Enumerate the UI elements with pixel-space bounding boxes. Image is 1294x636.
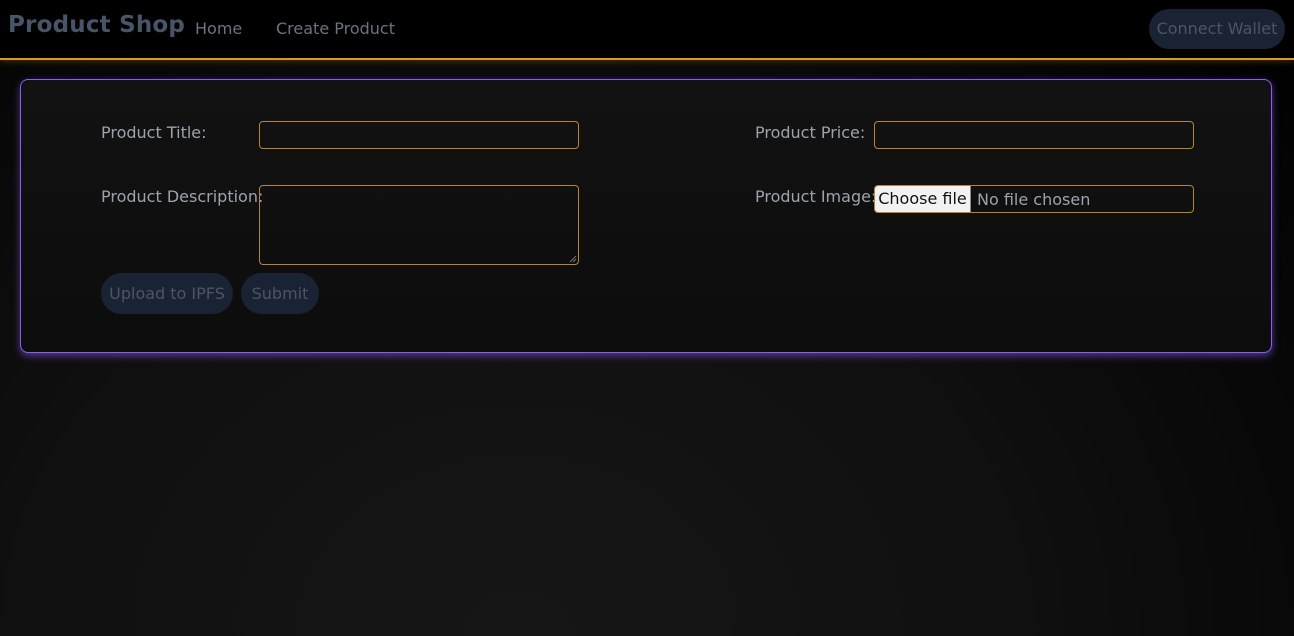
nav-home-link[interactable]: Home <box>195 19 242 38</box>
submit-button[interactable]: Submit <box>241 273 319 314</box>
product-image-label: Product Image: <box>755 187 877 206</box>
product-title-input[interactable] <box>259 121 579 149</box>
choose-file-button[interactable]: Choose file <box>875 186 971 212</box>
top-navbar: Product Shop Home Create Product Connect… <box>0 0 1294 60</box>
nav-create-product-link[interactable]: Create Product <box>276 19 395 38</box>
product-image-file-input[interactable]: Choose file No file chosen <box>874 185 1194 213</box>
product-price-input[interactable] <box>874 121 1194 149</box>
file-status-text: No file chosen <box>977 190 1091 209</box>
product-description-textarea[interactable] <box>259 185 579 265</box>
connect-wallet-button[interactable]: Connect Wallet <box>1149 9 1285 49</box>
brand-logo[interactable]: Product Shop <box>8 12 185 38</box>
create-product-card: Product Title: Product Description: Prod… <box>20 79 1272 353</box>
upload-ipfs-button[interactable]: Upload to IPFS <box>101 273 233 314</box>
product-price-label: Product Price: <box>755 123 866 142</box>
product-title-label: Product Title: <box>101 123 207 142</box>
product-description-label: Product Description: <box>101 187 264 206</box>
resize-grip-icon[interactable] <box>569 255 577 263</box>
